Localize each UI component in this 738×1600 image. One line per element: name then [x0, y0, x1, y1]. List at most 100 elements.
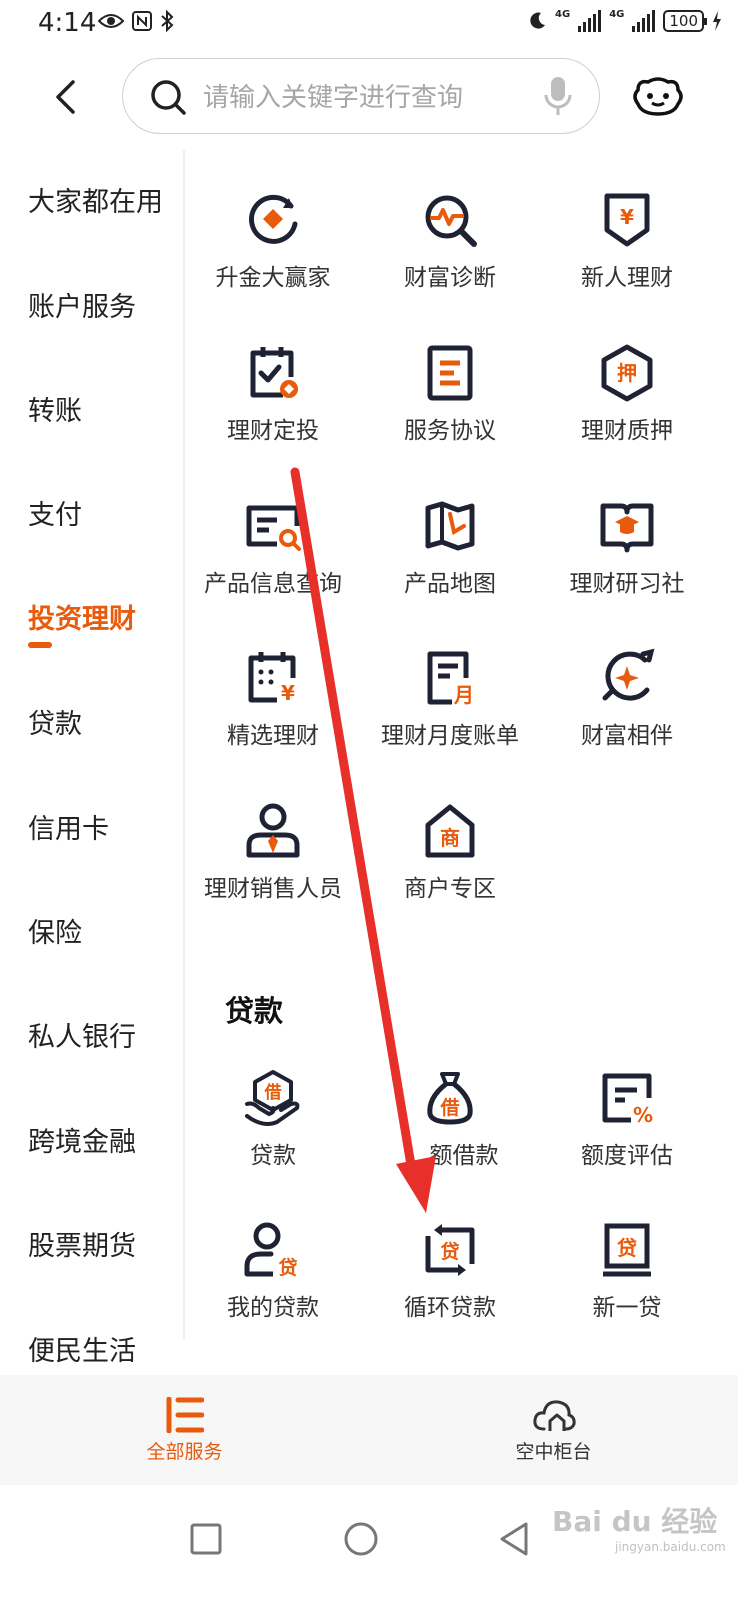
category-sidebar: 大家都在用 账户服务 转账 支付 投资理财 贷款 信用卡 保险 私人银行 跨境金…	[0, 150, 184, 1375]
moon-icon	[530, 12, 546, 29]
sidebar-item-cross-border[interactable]: 跨境金融	[28, 1120, 136, 1159]
svg-text:¥: ¥	[281, 681, 295, 705]
microphone-icon	[544, 77, 572, 115]
diamond-refresh-icon	[249, 194, 298, 244]
loan-label: 额借款	[429, 1143, 499, 1169]
search-box[interactable]	[122, 58, 600, 134]
sidebar-item-stocks-futures[interactable]: 股票期货	[28, 1224, 136, 1263]
signal-icon	[632, 10, 656, 32]
pledge-hexagon-icon: 押	[601, 344, 653, 402]
loan-item[interactable]: 借 额借款	[360, 1068, 540, 1188]
status-time: 4:14	[38, 8, 97, 38]
search-icon	[151, 80, 186, 115]
loan-label: 我的贷款	[227, 1295, 319, 1321]
graduation-book-icon	[600, 503, 654, 553]
salesperson-icon	[246, 803, 300, 858]
wealth-diagnosis-icon	[425, 195, 477, 247]
loan-item[interactable]: 借 贷款	[183, 1068, 363, 1188]
service-item[interactable]: 产品信息查询	[183, 496, 363, 616]
tab-label: 空中柜台	[515, 1441, 592, 1463]
service-item[interactable]: 财富诊断	[360, 190, 540, 310]
loan-item[interactable]: % 额度评估	[537, 1068, 717, 1188]
circle-icon	[344, 1522, 378, 1556]
all-services-icon	[166, 1397, 204, 1433]
svg-text:押: 押	[617, 361, 637, 385]
service-item[interactable]: ¥ 精选理财	[183, 648, 363, 768]
service-item[interactable]: 理财定投	[183, 343, 363, 463]
service-label: 财富诊断	[404, 265, 496, 291]
svg-text:¥: ¥	[620, 205, 634, 229]
service-label: 财富相伴	[581, 723, 673, 749]
sidebar-item-popular[interactable]: 大家都在用	[28, 180, 163, 219]
loan-label: 循环贷款	[404, 1295, 496, 1321]
service-item[interactable]: 产品地图	[360, 496, 540, 616]
sidebar-item-credit-card[interactable]: 信用卡	[28, 807, 109, 846]
service-item[interactable]: 押 理财质押	[537, 343, 717, 463]
loan-item[interactable]: 贷 循环贷款	[360, 1220, 540, 1340]
sidebar-item-transfer[interactable]: 转账	[28, 389, 82, 428]
user-loan-icon: 贷	[244, 1222, 298, 1279]
service-item[interactable]: ¥ 新人理财	[537, 190, 717, 310]
network-type-2: 4G	[609, 9, 625, 20]
money-bag-icon: 借	[427, 1072, 473, 1125]
document-icon	[427, 345, 473, 401]
service-item[interactable]: 升金大赢家	[183, 190, 363, 310]
service-label: 产品地图	[404, 571, 496, 597]
service-item[interactable]: 月 理财月度账单	[360, 648, 540, 768]
robot-face-icon	[633, 77, 683, 116]
tab-label: 全部服务	[146, 1441, 223, 1463]
network-type-1: 4G	[555, 9, 571, 20]
recents-button[interactable]	[190, 1523, 222, 1559]
bottom-tab-bar: 全部服务 空中柜台	[0, 1375, 738, 1485]
service-item[interactable]: 理财销售人员	[183, 801, 363, 921]
sidebar-item-daily-life[interactable]: 便民生活	[28, 1329, 136, 1368]
triangle-back-icon	[500, 1522, 528, 1556]
svg-text:商: 商	[440, 826, 460, 850]
eye-icon	[98, 14, 124, 28]
svg-text:贷: 贷	[278, 1256, 297, 1279]
service-label: 理财质押	[581, 418, 673, 444]
sidebar-item-insurance[interactable]: 保险	[28, 911, 82, 950]
tab-all-services[interactable]: 全部服务	[0, 1375, 369, 1485]
service-label: 升金大赢家	[215, 265, 331, 291]
new-loan-icon: 贷	[603, 1223, 651, 1277]
search-input[interactable]	[201, 77, 525, 119]
service-item[interactable]: 服务协议	[360, 343, 540, 463]
svg-text:借: 借	[264, 1082, 282, 1103]
status-bar: 4:14 4G 4G 100	[0, 0, 738, 52]
service-item[interactable]: 理财研习社	[537, 496, 717, 616]
service-label: 理财研习社	[569, 571, 685, 597]
service-label: 理财销售人员	[204, 876, 342, 902]
sidebar-item-account-services[interactable]: 账户服务	[28, 285, 136, 324]
svg-text:贷: 贷	[617, 1236, 637, 1260]
chevron-left-icon	[56, 80, 75, 114]
back-button[interactable]	[40, 72, 90, 122]
monthly-bill-icon: 月	[427, 651, 474, 707]
service-item[interactable]: 商 商户专区	[360, 801, 540, 921]
sidebar-item-private-banking[interactable]: 私人银行	[28, 1015, 136, 1054]
watermark-url: jingyan.baidu.com	[615, 1540, 726, 1554]
sidebar-item-loans[interactable]: 贷款	[28, 702, 82, 741]
loan-label: 额度评估	[581, 1143, 673, 1169]
service-label: 精选理财	[227, 723, 319, 749]
cycle-loan-icon: 贷	[425, 1224, 475, 1276]
sidebar-item-payment[interactable]: 支付	[28, 493, 82, 532]
sidebar-item-investment[interactable]: 投资理财	[28, 597, 136, 636]
card-search-icon	[246, 505, 301, 551]
signal-icon	[578, 10, 602, 32]
cloud-counter-icon	[532, 1400, 576, 1431]
tab-cloud-counter[interactable]: 空中柜台	[369, 1375, 738, 1485]
loan-item[interactable]: 贷 我的贷款	[183, 1220, 363, 1340]
service-item[interactable]: 财富相伴	[537, 648, 717, 768]
service-label: 服务协议	[404, 418, 496, 444]
assistant-button[interactable]	[632, 76, 684, 122]
back-nav-button[interactable]	[498, 1521, 530, 1561]
home-button[interactable]	[343, 1521, 379, 1561]
loan-label: 新一贷	[592, 1295, 662, 1321]
voice-input-button[interactable]	[543, 75, 573, 121]
quota-percent-icon: %	[602, 1073, 653, 1127]
loan-item[interactable]: 贷 新一贷	[537, 1220, 717, 1340]
active-indicator	[28, 642, 52, 648]
service-label: 新人理财	[581, 265, 673, 291]
svg-text:%: %	[633, 1103, 653, 1127]
